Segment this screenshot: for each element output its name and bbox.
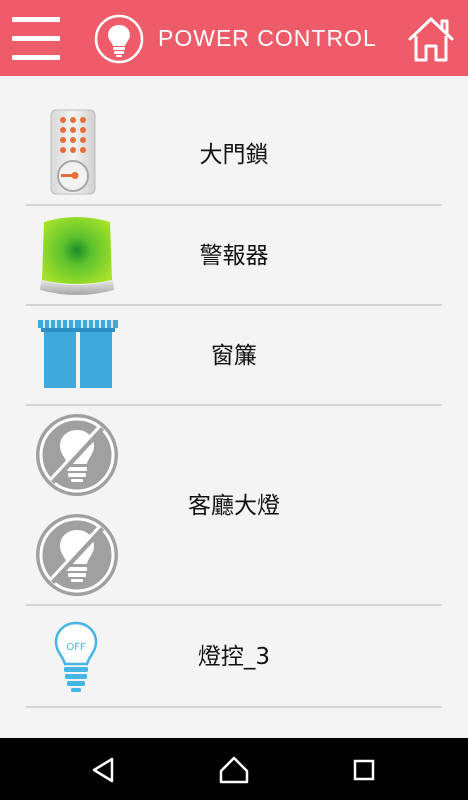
device-label: 警報器 — [199, 243, 269, 269]
device-row-living-room-light[interactable]: 客廳大燈 — [26, 406, 442, 606]
row-divider — [26, 706, 442, 708]
home-icon[interactable] — [406, 14, 456, 64]
device-row-door-lock[interactable]: 大門鎖 — [26, 104, 442, 206]
back-icon[interactable] — [88, 754, 120, 786]
device-label: 大門鎖 — [199, 142, 269, 168]
app-header: POWER CONTROL — [0, 0, 468, 76]
device-row-alarm[interactable]: 警報器 — [26, 206, 442, 306]
hamburger-menu-icon[interactable] — [12, 15, 60, 63]
light-bulb-disabled-icon — [36, 514, 118, 596]
device-row-light-3[interactable]: OFF 燈控_3 — [26, 606, 442, 708]
lightbulb-icon — [94, 14, 144, 64]
recents-icon[interactable] — [348, 754, 380, 786]
system-nav-bar — [0, 738, 468, 800]
device-label: 窗簾 — [211, 343, 257, 369]
app-title: POWER CONTROL — [158, 25, 377, 51]
home-nav-icon[interactable] — [218, 754, 250, 786]
light-bulb-disabled-icon — [36, 414, 118, 496]
device-row-curtain[interactable]: 窗簾 — [26, 306, 442, 406]
device-label: 燈控_3 — [197, 644, 271, 670]
device-label: 客廳大燈 — [188, 493, 280, 519]
